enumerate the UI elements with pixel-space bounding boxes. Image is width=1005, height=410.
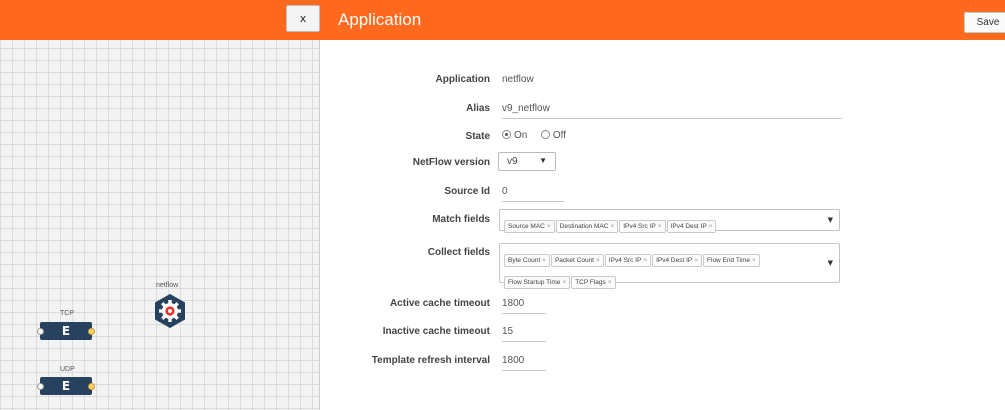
- active-cache-timeout-input[interactable]: 1800: [502, 298, 546, 314]
- chip-remove-icon[interactable]: ×: [596, 257, 600, 264]
- collect-chip[interactable]: Flow Startup Time ×: [504, 276, 571, 289]
- inactive-cache-timeout-label: Inactive cache timeout: [382, 326, 490, 337]
- chip-remove-icon[interactable]: ×: [610, 223, 614, 230]
- close-button[interactable]: x: [286, 5, 320, 32]
- match-chip[interactable]: Destination MAC ×: [555, 220, 619, 233]
- collect-chip[interactable]: Flow End Time ×: [703, 254, 760, 267]
- state-radio-group: On Off: [502, 130, 566, 141]
- udp-output-port[interactable]: [88, 383, 95, 390]
- state-on-radio[interactable]: [502, 130, 511, 139]
- match-chip[interactable]: IPv4 Src IP ×: [619, 220, 666, 233]
- state-off-radio[interactable]: [540, 130, 550, 139]
- panel-header: Application Save: [320, 0, 1005, 40]
- collect-fields-select[interactable]: Byte Count × Packet Count × IPv4 Src IP × IPv4…: [499, 243, 840, 289]
- netflow-version-label: NetFlow version: [412, 157, 490, 168]
- netflow-version-value: v9: [507, 156, 518, 167]
- canvas-header-bar: [0, 0, 320, 40]
- chip-remove-icon[interactable]: ×: [658, 223, 662, 230]
- inactive-cache-timeout-input[interactable]: 15: [502, 326, 546, 342]
- chip-remove-icon[interactable]: ×: [709, 223, 713, 230]
- state-off-label: Off: [552, 130, 567, 141]
- chip-remove-icon[interactable]: ×: [562, 279, 566, 286]
- tcp-node[interactable]: E: [37, 322, 95, 340]
- template-refresh-interval-input[interactable]: 1800: [502, 355, 546, 371]
- collect-fields-label: Collect fields: [427, 247, 490, 258]
- udp-node-label: UDP: [60, 366, 75, 373]
- state-label: State: [465, 131, 490, 142]
- chip-remove-icon[interactable]: ×: [542, 257, 546, 264]
- application-label: Application: [435, 74, 490, 85]
- match-chip[interactable]: IPv4 Dest IP ×: [666, 220, 717, 233]
- udp-node-icon: E: [61, 379, 71, 393]
- netflow-node-label: netflow: [156, 282, 179, 289]
- match-fields-select[interactable]: Source MAC × Destination MAC × IPv4 Src IP × I…: [499, 209, 840, 233]
- gear-icon: [155, 294, 185, 328]
- source-id-input[interactable]: 0: [502, 186, 564, 202]
- chip-remove-icon[interactable]: ×: [547, 223, 551, 230]
- collect-chip[interactable]: IPv4 Src IP ×: [604, 254, 652, 267]
- chip-remove-icon[interactable]: ×: [608, 279, 612, 286]
- tcp-output-port[interactable]: [88, 328, 95, 335]
- save-button[interactable]: Save: [964, 12, 1005, 33]
- udp-node[interactable]: E: [37, 377, 95, 395]
- topology-canvas[interactable]: x netflow TCP E UDP E: [0, 0, 320, 410]
- chevron-down-icon: ▼: [539, 156, 547, 165]
- chip-remove-icon[interactable]: ×: [752, 257, 756, 264]
- match-chip[interactable]: Source MAC ×: [504, 220, 555, 233]
- netflow-node[interactable]: [152, 293, 188, 329]
- application-value: netflow: [502, 74, 534, 85]
- template-refresh-interval-label: Template refresh interval: [371, 355, 490, 366]
- source-id-label: Source Id: [444, 186, 490, 197]
- active-cache-timeout-label: Active cache timeout: [389, 298, 490, 309]
- state-on-label: On: [514, 130, 528, 141]
- collect-chip[interactable]: Byte Count ×: [504, 254, 550, 267]
- tcp-node-label: TCP: [60, 310, 74, 317]
- chip-remove-icon[interactable]: ×: [694, 257, 698, 264]
- netflow-version-select[interactable]: v9 ▼: [498, 152, 556, 171]
- panel-title: Application: [338, 10, 422, 29]
- alias-label: Alias: [466, 103, 490, 114]
- tcp-node-icon: E: [61, 324, 71, 338]
- collect-chip[interactable]: IPv4 Dest IP ×: [652, 254, 703, 267]
- alias-input[interactable]: v9_netflow: [502, 103, 842, 119]
- match-fields-label: Match fields: [432, 214, 490, 225]
- collect-chip[interactable]: TCP Flags ×: [571, 276, 616, 289]
- chevron-down-icon[interactable]: ▼: [828, 216, 833, 224]
- chip-remove-icon[interactable]: ×: [643, 257, 647, 264]
- chevron-down-icon[interactable]: ▼: [828, 259, 833, 267]
- collect-chip[interactable]: Packet Count ×: [550, 254, 604, 267]
